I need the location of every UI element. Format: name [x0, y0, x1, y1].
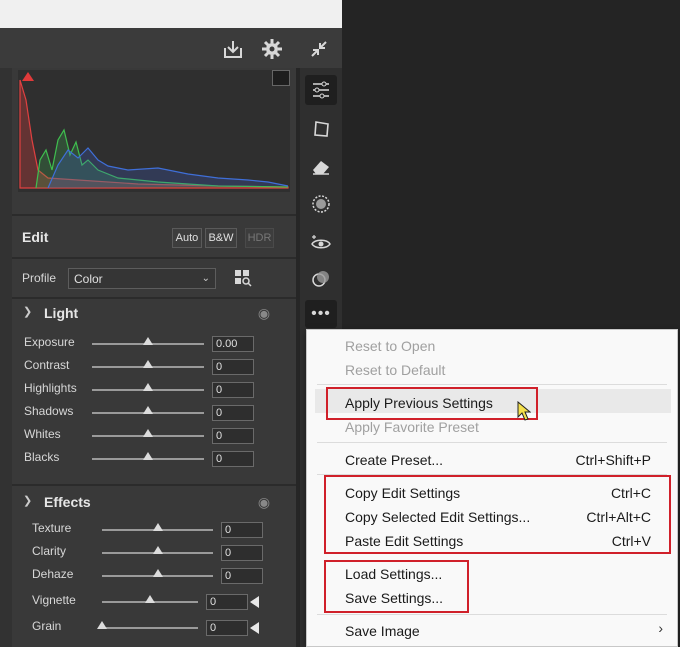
slider-value-input[interactable]: 0 [212, 405, 254, 421]
chevron-right-icon: › [658, 620, 663, 636]
edit-sliders-icon[interactable] [305, 75, 337, 105]
histogram [18, 70, 290, 192]
red-eye-icon[interactable] [307, 230, 335, 256]
edit-title: Edit [22, 229, 49, 245]
collapse-icon[interactable] [306, 36, 332, 62]
menu-item: Reset to Open [345, 338, 436, 354]
slider-value-input[interactable]: 0 [206, 620, 248, 636]
slider-thumb[interactable] [145, 595, 155, 603]
profile-value: Color [74, 271, 103, 286]
slider-label: Shadows [24, 404, 74, 418]
profile-label: Profile [22, 271, 57, 285]
slider-thumb[interactable] [143, 452, 153, 460]
menu-item: Apply Favorite Preset [345, 419, 479, 435]
eraser-icon[interactable] [307, 154, 335, 180]
menu-separator [317, 384, 667, 385]
top-toolbar [0, 28, 342, 68]
menu-item[interactable]: Create Preset... [345, 452, 443, 468]
slider-value-input[interactable]: 0 [221, 568, 263, 584]
gear-icon[interactable] [259, 36, 285, 62]
chevron-down-icon: ⌄ [201, 273, 210, 284]
eye-icon[interactable]: ◉ [254, 305, 274, 321]
slider-label: Contrast [24, 358, 70, 372]
highlight-clipping-warning-icon[interactable] [272, 70, 290, 86]
chevron-down-icon[interactable]: ❯ [23, 305, 32, 318]
menu-item: Reset to Default [345, 362, 446, 378]
slider-thumb[interactable] [143, 383, 153, 391]
slider-value-input[interactable]: 0 [212, 359, 254, 375]
slider-thumb[interactable] [152, 523, 163, 531]
annotation-box [324, 475, 671, 554]
download-icon[interactable] [220, 36, 246, 62]
slider-options-icon[interactable] [250, 596, 259, 608]
slider-thumb[interactable] [152, 546, 163, 554]
slider-label: Whites [24, 427, 61, 441]
slider-label: Dehaze [32, 567, 74, 581]
slider-value-input[interactable]: 0 [212, 428, 254, 444]
bw-button[interactable]: B&W [205, 228, 237, 248]
slider-label: Grain [32, 619, 62, 633]
chevron-down-icon[interactable]: ❯ [23, 494, 32, 507]
slider-value-input[interactable]: 0.00 [212, 336, 254, 352]
title-bar [0, 0, 342, 28]
eye-icon[interactable]: ◉ [254, 494, 274, 510]
menu-separator [317, 442, 667, 443]
slider-label: Blacks [24, 450, 60, 464]
slider-thumb[interactable] [143, 337, 153, 345]
slider-value-input[interactable]: 0 [221, 545, 263, 561]
shadow-clipping-warning-icon[interactable] [22, 72, 34, 81]
more-options-icon[interactable]: ••• [305, 300, 337, 328]
slider-thumb[interactable] [143, 429, 153, 437]
slider-value-input[interactable]: 0 [212, 451, 254, 467]
slider-thumb[interactable] [143, 360, 153, 368]
hdr-button[interactable]: HDR [245, 228, 274, 248]
slider-thumb[interactable] [152, 569, 163, 577]
slider-value-input[interactable]: 0 [221, 522, 263, 538]
annotation-box [326, 387, 538, 420]
effects-section-title[interactable]: Effects [44, 494, 91, 510]
light-section-title[interactable]: Light [44, 305, 78, 321]
masking-icon[interactable] [307, 191, 335, 217]
profile-browser-icon[interactable] [232, 267, 254, 289]
menu-item[interactable]: Save Image [345, 623, 420, 639]
auto-button[interactable]: Auto [172, 228, 202, 248]
slider-thumb[interactable] [143, 406, 153, 414]
slider-track[interactable] [102, 627, 198, 629]
panel-gutter [0, 68, 12, 647]
annotation-box [324, 560, 469, 613]
slider-label: Texture [32, 521, 72, 535]
slider-label: Clarity [32, 544, 67, 558]
slider-label: Exposure [24, 335, 75, 349]
crop-icon[interactable] [307, 116, 335, 142]
menu-separator [317, 614, 667, 615]
slider-label: Vignette [32, 593, 76, 607]
slider-value-input[interactable]: 0 [212, 382, 254, 398]
presets-icon[interactable] [307, 266, 335, 292]
slider-options-icon[interactable] [250, 622, 259, 634]
cursor-icon [517, 401, 531, 421]
menu-shortcut: Ctrl+Shift+P [575, 452, 651, 468]
slider-label: Highlights [24, 381, 77, 395]
slider-value-input[interactable]: 0 [206, 594, 248, 610]
slider-thumb[interactable] [97, 621, 107, 629]
profile-select[interactable]: Color ⌄ [68, 268, 216, 289]
